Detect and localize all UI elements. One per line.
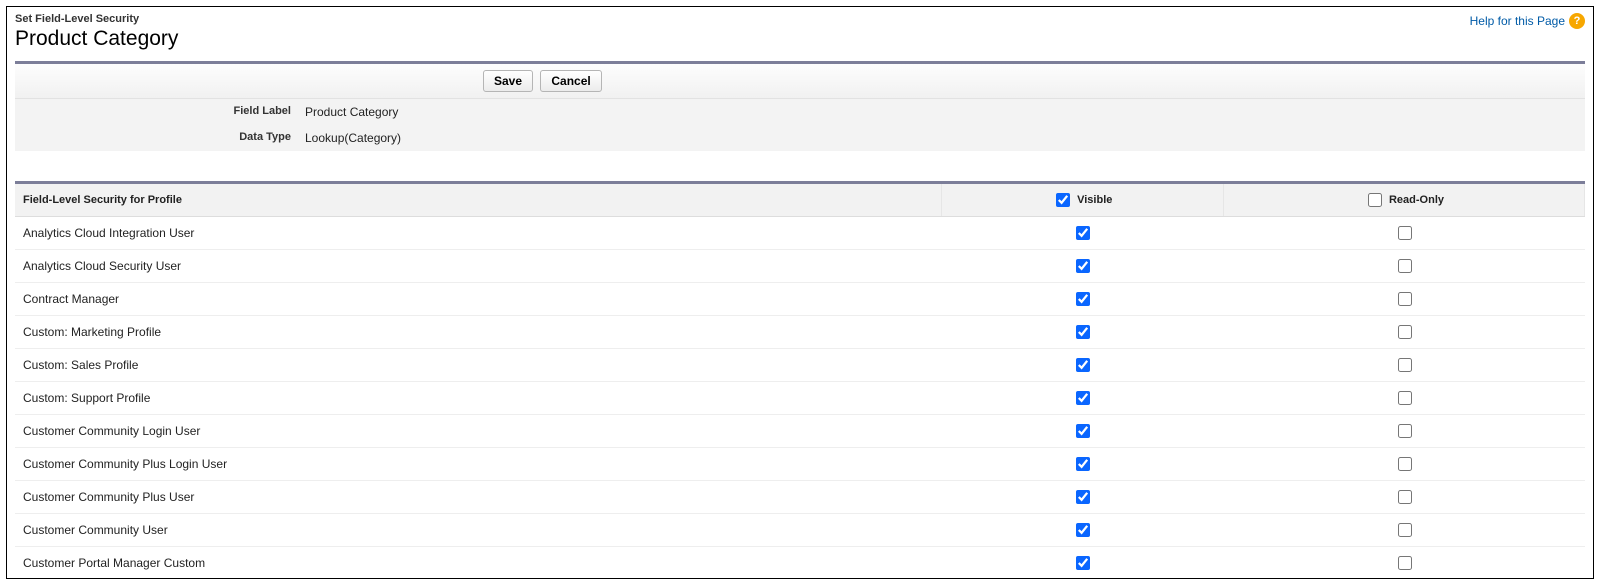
fls-table-panel: Field-Level Security for Profile Visible… xyxy=(15,181,1585,579)
page-subtitle: Set Field-Level Security xyxy=(15,13,178,25)
visible-checkbox[interactable] xyxy=(1076,523,1090,537)
cancel-button[interactable]: Cancel xyxy=(540,70,601,92)
profile-name: Analytics Cloud Integration User xyxy=(15,217,941,250)
visible-checkbox[interactable] xyxy=(1076,457,1090,471)
profile-name: Customer Community Login User xyxy=(15,415,941,448)
help-icon: ? xyxy=(1569,13,1585,29)
profile-name: Custom: Marketing Profile xyxy=(15,316,941,349)
visible-checkbox[interactable] xyxy=(1076,259,1090,273)
readonly-checkbox[interactable] xyxy=(1398,226,1412,240)
table-row: Customer Community Login User xyxy=(15,415,1585,448)
save-button[interactable]: Save xyxy=(483,70,533,92)
readonly-checkbox[interactable] xyxy=(1398,523,1412,537)
profile-name: Customer Community Plus Login User xyxy=(15,448,941,481)
readonly-checkbox[interactable] xyxy=(1398,292,1412,306)
fls-table: Field-Level Security for Profile Visible… xyxy=(15,184,1585,579)
data-type-value: Lookup(Category) xyxy=(305,131,401,145)
profile-name: Custom: Support Profile xyxy=(15,382,941,415)
table-row: Customer Community Plus User xyxy=(15,481,1585,514)
visible-checkbox[interactable] xyxy=(1076,556,1090,570)
profile-name: Contract Manager xyxy=(15,283,941,316)
table-row: Contract Manager xyxy=(15,283,1585,316)
table-row: Analytics Cloud Integration User xyxy=(15,217,1585,250)
col-header-profile: Field-Level Security for Profile xyxy=(15,184,941,217)
page-title: Product Category xyxy=(15,27,178,51)
readonly-checkbox[interactable] xyxy=(1398,556,1412,570)
table-row: Custom: Sales Profile xyxy=(15,349,1585,382)
table-row: Custom: Marketing Profile xyxy=(15,316,1585,349)
visible-checkbox[interactable] xyxy=(1076,226,1090,240)
table-row: Customer Community Plus Login User xyxy=(15,448,1585,481)
profile-name: Customer Community Plus User xyxy=(15,481,941,514)
detail-row-data-type: Data Type Lookup(Category) xyxy=(15,125,1585,151)
table-row: Customer Community User xyxy=(15,514,1585,547)
profile-name: Analytics Cloud Security User xyxy=(15,250,941,283)
col-header-readonly-text: Read-Only xyxy=(1389,194,1444,206)
visible-select-all-checkbox[interactable] xyxy=(1056,193,1070,207)
visible-checkbox[interactable] xyxy=(1076,325,1090,339)
readonly-checkbox[interactable] xyxy=(1398,457,1412,471)
readonly-checkbox[interactable] xyxy=(1398,325,1412,339)
table-row: Customer Portal Manager Custom xyxy=(15,547,1585,580)
col-header-readonly: Read-Only xyxy=(1224,184,1585,217)
readonly-checkbox[interactable] xyxy=(1398,391,1412,405)
visible-checkbox[interactable] xyxy=(1076,424,1090,438)
field-label-value: Product Category xyxy=(305,105,398,119)
page-header: Set Field-Level Security Product Categor… xyxy=(15,13,1585,51)
col-header-visible-text: Visible xyxy=(1077,194,1112,206)
data-type-caption: Data Type xyxy=(15,131,305,145)
visible-checkbox[interactable] xyxy=(1076,292,1090,306)
profile-name: Customer Portal Manager Custom xyxy=(15,547,941,580)
profile-name: Custom: Sales Profile xyxy=(15,349,941,382)
readonly-checkbox[interactable] xyxy=(1398,358,1412,372)
visible-checkbox[interactable] xyxy=(1076,358,1090,372)
visible-checkbox[interactable] xyxy=(1076,391,1090,405)
table-row: Analytics Cloud Security User xyxy=(15,250,1585,283)
profile-name: Customer Community User xyxy=(15,514,941,547)
readonly-select-all-checkbox[interactable] xyxy=(1368,193,1382,207)
readonly-checkbox[interactable] xyxy=(1398,490,1412,504)
table-row: Custom: Support Profile xyxy=(15,382,1585,415)
detail-row-field-label: Field Label Product Category xyxy=(15,99,1585,125)
help-link[interactable]: Help for this Page ? xyxy=(1470,13,1585,29)
button-row: Save Cancel xyxy=(15,64,1585,99)
field-label-caption: Field Label xyxy=(15,105,305,119)
col-header-visible: Visible xyxy=(941,184,1224,217)
readonly-checkbox[interactable] xyxy=(1398,424,1412,438)
visible-checkbox[interactable] xyxy=(1076,490,1090,504)
help-link-text: Help for this Page xyxy=(1470,14,1565,28)
detail-panel: Save Cancel Field Label Product Category… xyxy=(15,61,1585,151)
readonly-checkbox[interactable] xyxy=(1398,259,1412,273)
